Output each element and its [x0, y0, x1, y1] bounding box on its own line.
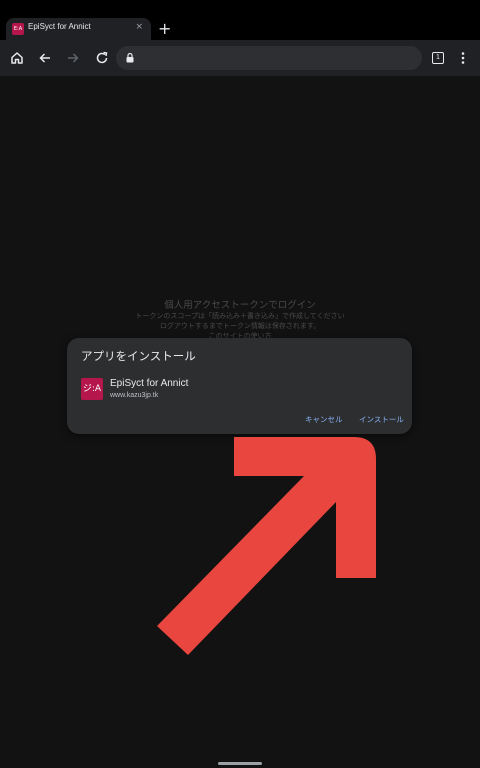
gesture-bar[interactable] [218, 762, 262, 765]
pointer-arrow-icon [157, 437, 376, 655]
